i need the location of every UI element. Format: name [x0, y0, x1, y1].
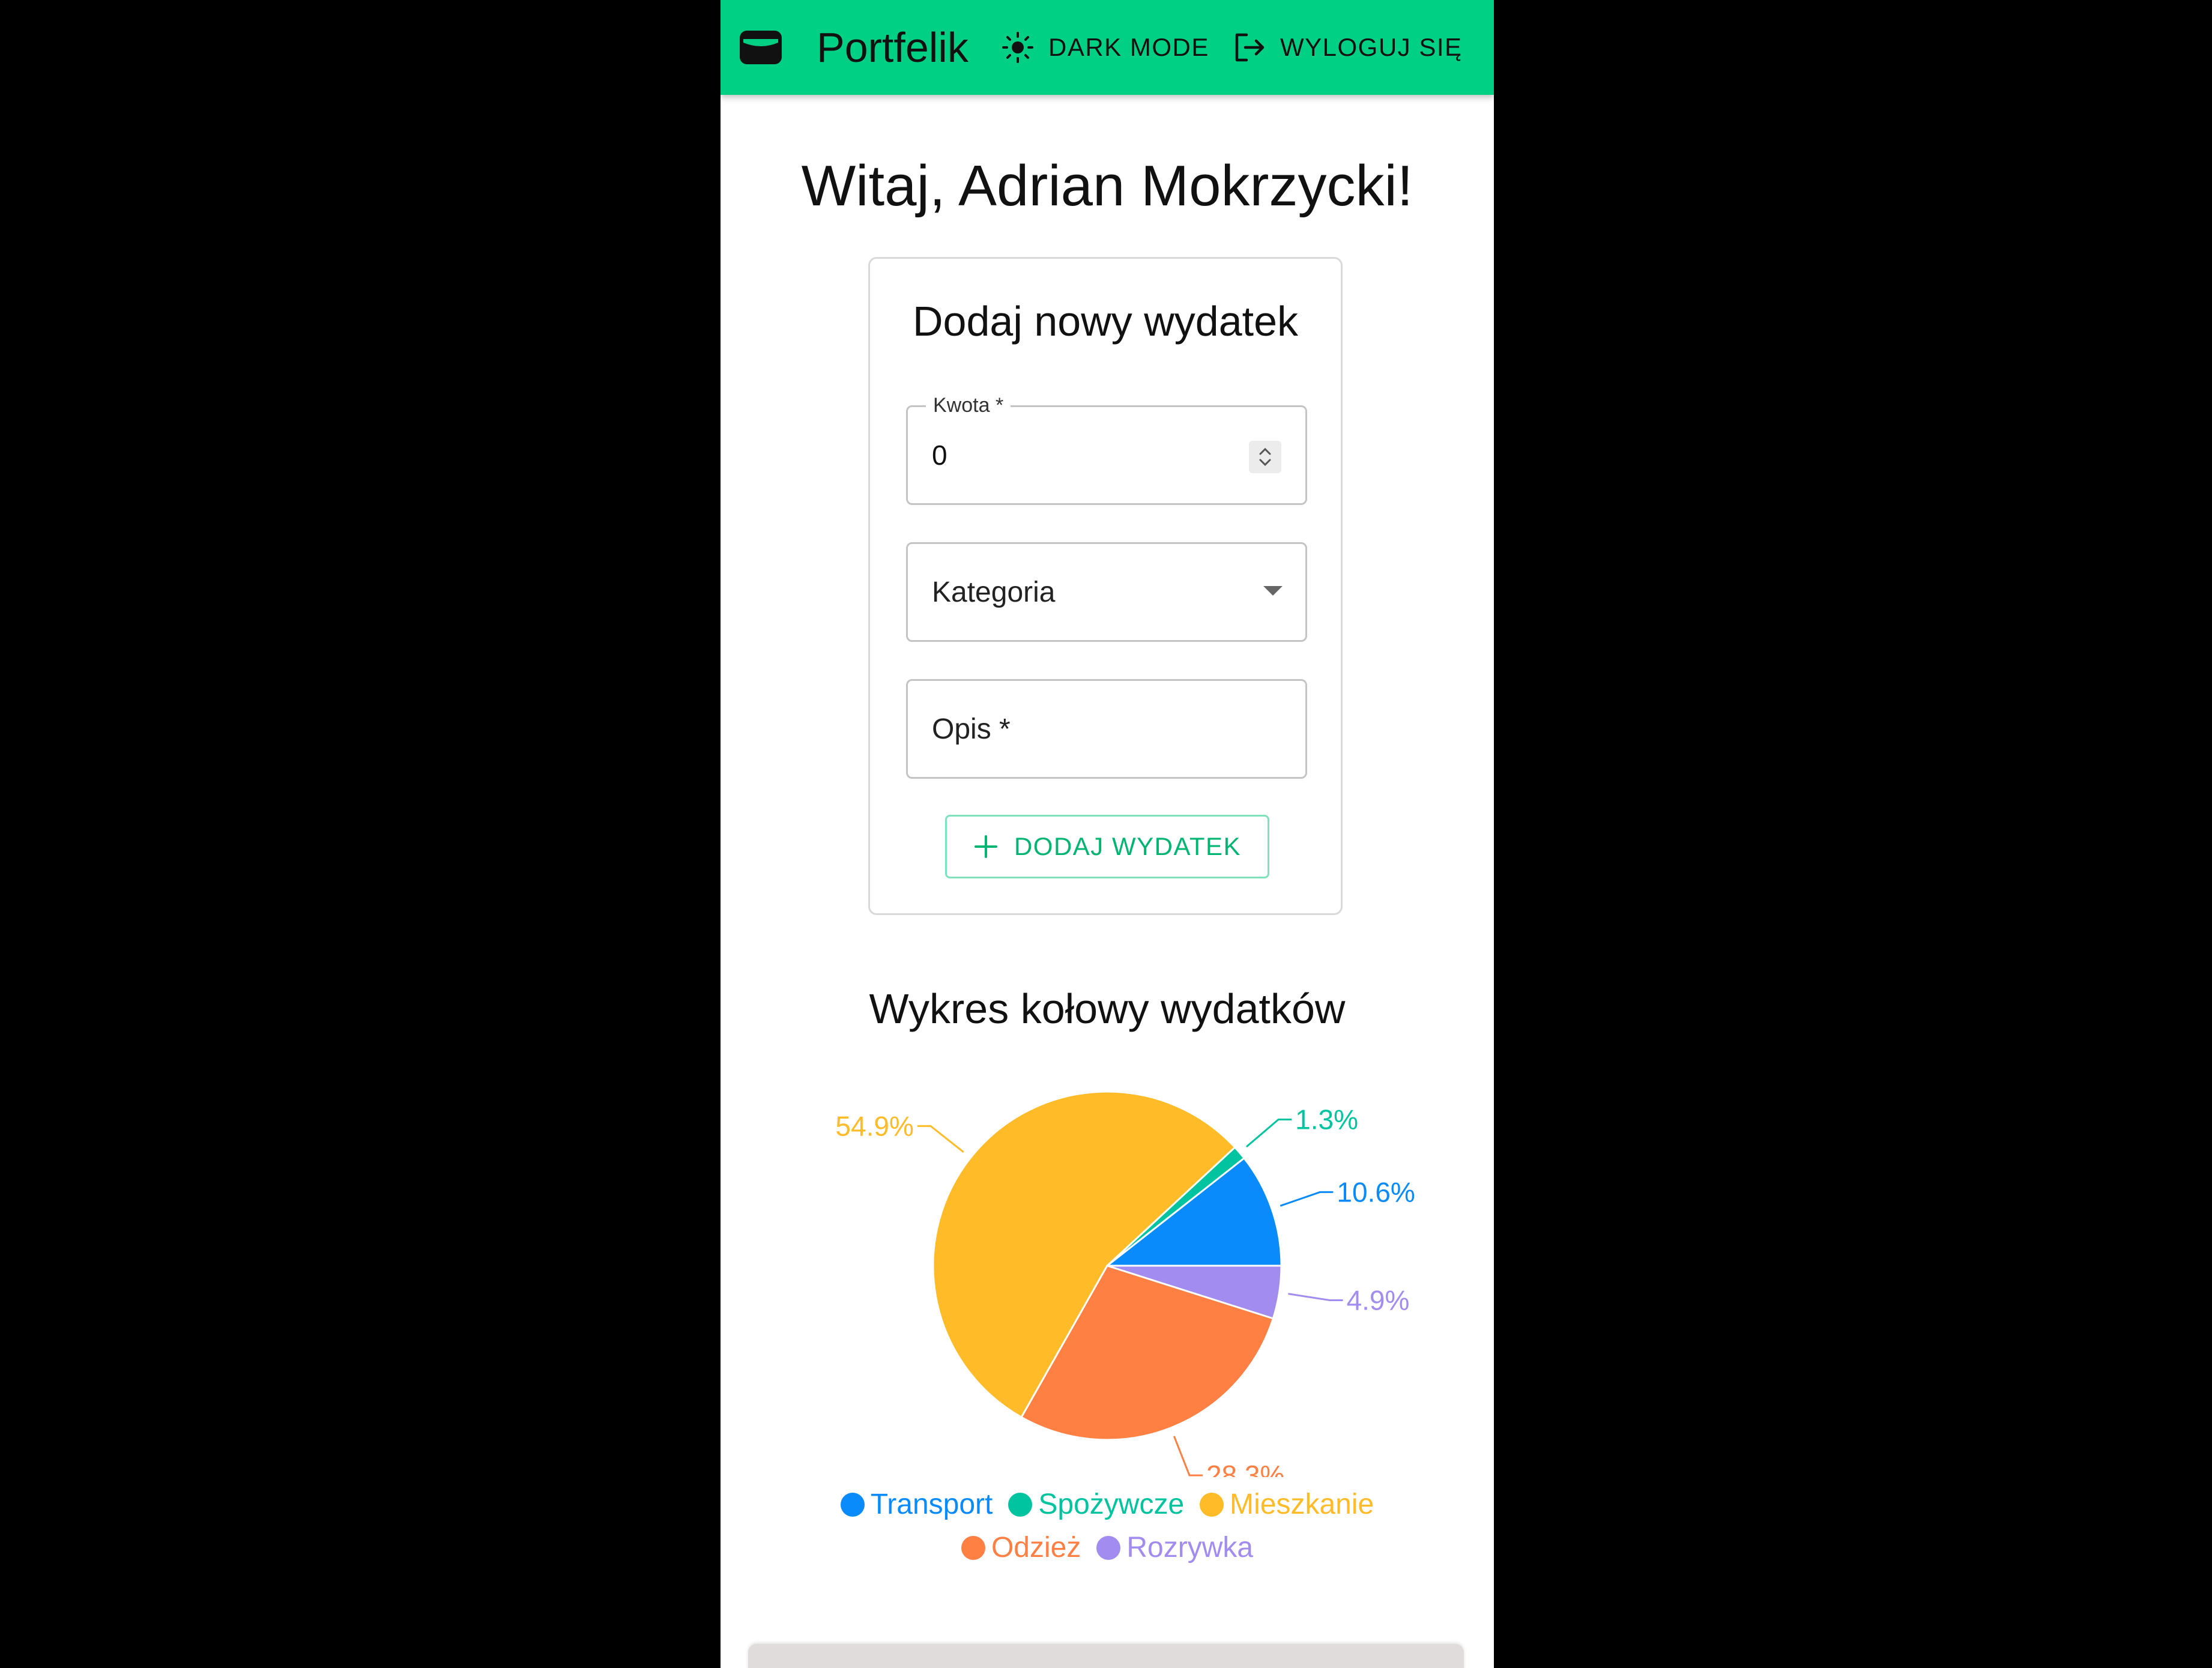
add-expense-button[interactable]: DODAJ WYDATEK [945, 815, 1269, 878]
expense-pie-chart: 10.6% 1.3% 54.9% 28.3% 4.9% [835, 1090, 1415, 1477]
category-label: Kategoria [932, 576, 1056, 608]
amount-input[interactable]: 0 [932, 407, 947, 503]
legend-label: Mieszkanie [1230, 1488, 1374, 1520]
add-expense-card: Dodaj nowy wydatek Kwota * 0 Kategoria O… [868, 257, 1343, 915]
pie-data-label-2: 1.3% [1295, 1104, 1358, 1135]
pie-label-line-3 [917, 1125, 964, 1153]
legend-swatch [840, 1493, 865, 1517]
form-title: Dodaj nowy wydatek [913, 298, 1298, 345]
sun-icon [1002, 31, 1034, 64]
legend-swatch [1200, 1493, 1224, 1517]
logout-icon [1233, 31, 1266, 64]
pie-label-line-1 [1280, 1191, 1334, 1207]
legend-swatch [961, 1536, 985, 1560]
legend-label: Odzież [991, 1532, 1081, 1564]
category-select[interactable]: Kategoria [906, 542, 1307, 642]
number-stepper-icon[interactable] [1249, 441, 1281, 473]
description-label: Opis * [932, 713, 1011, 745]
legend-item[interactable]: Rozrywka [1096, 1526, 1253, 1570]
app-screen: Portfelik DARK MODE WYLOGUJ SIĘ Witaj, A… [721, 0, 1494, 1668]
greeting-heading: Witaj, Adrian Mokrzycki! [801, 154, 1413, 218]
legend-item[interactable]: Mieszkanie [1200, 1483, 1374, 1526]
pie-data-label-4: 28.3% [1206, 1460, 1284, 1477]
wallet-icon [739, 0, 785, 95]
plus-icon [974, 835, 997, 858]
legend-label: Spożywcze [1038, 1488, 1185, 1520]
description-field[interactable]: Opis * [906, 679, 1307, 779]
bottom-card [748, 1644, 1464, 1668]
logout-label: WYLOGUJ SIĘ [1280, 33, 1463, 61]
dark-mode-label: DARK MODE [1048, 33, 1209, 61]
legend-swatch [1096, 1536, 1121, 1560]
app-bar: Portfelik DARK MODE WYLOGUJ SIĘ [721, 0, 1494, 95]
chart-title: Wykres kołowy wydatków [869, 985, 1346, 1032]
chart-legend: Transport Spożywcze Mieszkanie Odzież Rozry… [721, 1483, 1494, 1570]
logout-button[interactable]: WYLOGUJ SIĘ [1233, 0, 1463, 95]
legend-item[interactable]: Transport [840, 1483, 993, 1526]
legend-item[interactable]: Odzież [961, 1526, 1081, 1570]
dropdown-arrow-icon [1263, 586, 1283, 596]
legend-label: Transport [870, 1488, 993, 1520]
pie-data-label-5: 4.9% [1347, 1284, 1410, 1316]
pie-label-line-2 [1245, 1118, 1292, 1148]
pie-data-label-3: 54.9% [835, 1110, 913, 1141]
pie-label-line-4 [1173, 1436, 1203, 1476]
pie-label-line-5 [1288, 1293, 1343, 1301]
brand-title[interactable]: Portfelik [817, 0, 969, 95]
dark-mode-button[interactable]: DARK MODE [1002, 0, 1209, 95]
legend-item[interactable]: Spożywcze [1008, 1483, 1184, 1526]
add-expense-label: DODAJ WYDATEK [1014, 832, 1242, 860]
legend-label: Rozrywka [1126, 1532, 1254, 1564]
pie-data-label-1: 10.6% [1337, 1176, 1415, 1207]
legend-swatch [1008, 1493, 1033, 1517]
amount-field[interactable]: Kwota * 0 [906, 394, 1307, 505]
